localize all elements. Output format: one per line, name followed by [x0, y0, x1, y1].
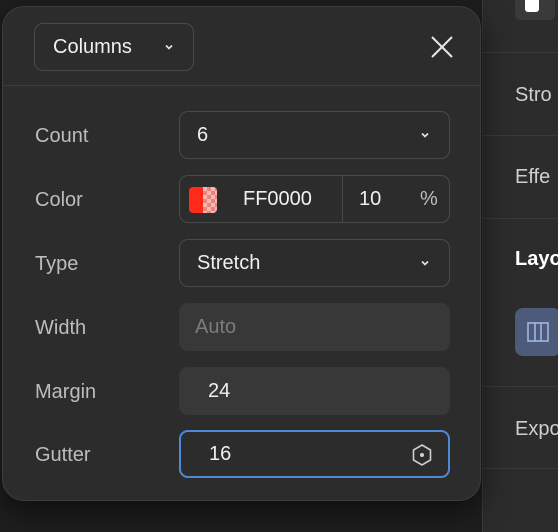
width-row: Width Auto [3, 303, 480, 355]
close-button[interactable] [427, 32, 457, 62]
type-row: Type Stretch [3, 239, 480, 291]
layout-grid-button[interactable] [515, 308, 558, 356]
stroke-section-label[interactable]: Stro [515, 84, 552, 107]
gutter-input[interactable]: 16 [179, 430, 450, 478]
divider [483, 135, 558, 136]
chevron-down-icon [165, 44, 173, 50]
chevron-down-icon [421, 260, 429, 266]
effects-section-label[interactable]: Effe [515, 166, 550, 189]
layout-grid-popover: Columns Count 6 Color FF0000 10 % Type S… [2, 6, 481, 501]
color-swatch[interactable] [189, 187, 217, 213]
close-icon [431, 36, 453, 58]
count-dropdown[interactable]: 6 [179, 111, 450, 159]
properties-panel: Stro Effe Layo Expo [482, 0, 558, 532]
opacity-input[interactable]: 10 [359, 188, 381, 211]
width-input[interactable]: Auto [179, 303, 450, 351]
divider [483, 218, 558, 219]
grid-mode-value: Columns [53, 35, 132, 58]
chevron-down-icon [421, 132, 429, 138]
gutter-row: Gutter 16 [3, 430, 480, 482]
gutter-value: 16 [209, 442, 232, 465]
type-label: Type [35, 253, 79, 275]
color-row: Color FF0000 10 % [3, 175, 480, 227]
columns-grid-icon [527, 322, 549, 342]
color-field: FF0000 10 % [179, 175, 450, 223]
divider [483, 52, 558, 53]
count-label: Count [35, 125, 89, 147]
gutter-label: Gutter [35, 444, 91, 466]
margin-row: Margin 24 [3, 367, 480, 419]
percent-unit: % [420, 188, 438, 210]
width-label: Width [35, 317, 87, 339]
color-hex-input[interactable]: FF0000 [243, 188, 312, 211]
grid-mode-dropdown[interactable]: Columns [34, 23, 194, 71]
type-value: Stretch [197, 251, 261, 274]
count-value: 6 [197, 123, 209, 146]
export-section-label[interactable]: Expo [515, 418, 558, 441]
margin-value: 24 [208, 379, 231, 402]
color-label: Color [35, 189, 83, 211]
type-dropdown[interactable]: Stretch [179, 239, 450, 287]
margin-input[interactable]: 24 [179, 367, 450, 415]
width-placeholder: Auto [195, 315, 237, 338]
margin-label: Margin [35, 381, 97, 403]
divider [342, 176, 343, 222]
fill-swatch[interactable] [515, 0, 555, 20]
count-row: Count 6 [3, 111, 480, 163]
divider [483, 468, 558, 469]
popover-header: Columns [3, 7, 480, 86]
divider [483, 386, 558, 387]
layout-grid-section-label[interactable]: Layo [515, 248, 558, 271]
hexagon-icon[interactable] [410, 443, 434, 467]
